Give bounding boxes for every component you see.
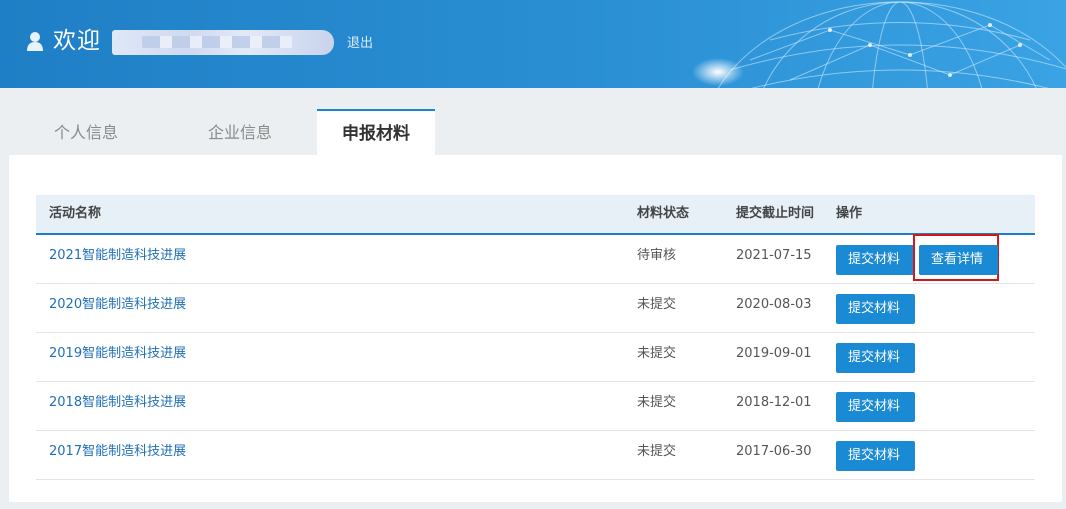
material-status: 待审核 (637, 248, 677, 263)
submit-materials-button[interactable]: 提交材料 (836, 343, 915, 373)
material-status: 未提交 (637, 395, 677, 410)
materials-table: 活动名称 材料状态 提交截止时间 操作 2021智能制造科技进展 待审核 202… (36, 195, 1035, 480)
material-status: 未提交 (637, 297, 677, 312)
table-row: 2020智能制造科技进展 未提交 2020-08-03 提交材料 (36, 284, 1035, 333)
main-panel: 活动名称 材料状态 提交截止时间 操作 2021智能制造科技进展 待审核 202… (9, 155, 1062, 502)
activity-name-link[interactable]: 2019智能制造科技进展 (49, 333, 186, 375)
header-activity-name: 活动名称 (49, 206, 102, 221)
activity-name-link[interactable]: 2021智能制造科技进展 (49, 235, 186, 277)
table-row: 2018智能制造科技进展 未提交 2018-12-01 提交材料 (36, 382, 1035, 431)
header-material-status: 材料状态 (637, 206, 690, 221)
user-icon (27, 32, 43, 51)
tab-application-materials[interactable]: 申报材料 (317, 109, 435, 156)
deadline-date: 2019-09-01 (736, 346, 812, 361)
activity-name-link[interactable]: 2020智能制造科技进展 (49, 284, 186, 326)
submit-materials-button[interactable]: 提交材料 (836, 441, 915, 471)
welcome-text: 欢迎 (53, 28, 101, 54)
activity-name-link[interactable]: 2018智能制造科技进展 (49, 382, 186, 424)
deadline-date: 2018-12-01 (736, 395, 812, 410)
globe-decoration-icon (692, 1, 1066, 88)
deadline-date: 2017-06-30 (736, 444, 812, 459)
submit-materials-button[interactable]: 提交材料 (836, 245, 915, 275)
table-row: 2017智能制造科技进展 未提交 2017-06-30 提交材料 (36, 431, 1035, 480)
header-action: 操作 (836, 206, 863, 221)
submit-materials-button[interactable]: 提交材料 (836, 294, 915, 324)
deadline-date: 2021-07-15 (736, 248, 812, 263)
deadline-date: 2020-08-03 (736, 297, 812, 312)
username-redacted (112, 30, 334, 55)
table-row: 2019智能制造科技进展 未提交 2019-09-01 提交材料 (36, 333, 1035, 382)
table-row: 2021智能制造科技进展 待审核 2021-07-15 提交材料 查看详情 (36, 234, 1035, 284)
view-details-button[interactable]: 查看详情 (919, 245, 998, 275)
header-deadline: 提交截止时间 (736, 206, 815, 221)
logout-link[interactable]: 退出 (347, 35, 373, 53)
activity-name-link[interactable]: 2017智能制造科技进展 (49, 431, 186, 473)
tab-personal-info[interactable]: 个人信息 (30, 110, 142, 155)
top-header: 欢迎 退出 (0, 0, 1066, 88)
material-status: 未提交 (637, 444, 677, 459)
submit-materials-button[interactable]: 提交材料 (836, 392, 915, 422)
table-header: 活动名称 材料状态 提交截止时间 操作 (36, 195, 1035, 235)
tab-company-info[interactable]: 企业信息 (184, 110, 296, 155)
material-status: 未提交 (637, 346, 677, 361)
